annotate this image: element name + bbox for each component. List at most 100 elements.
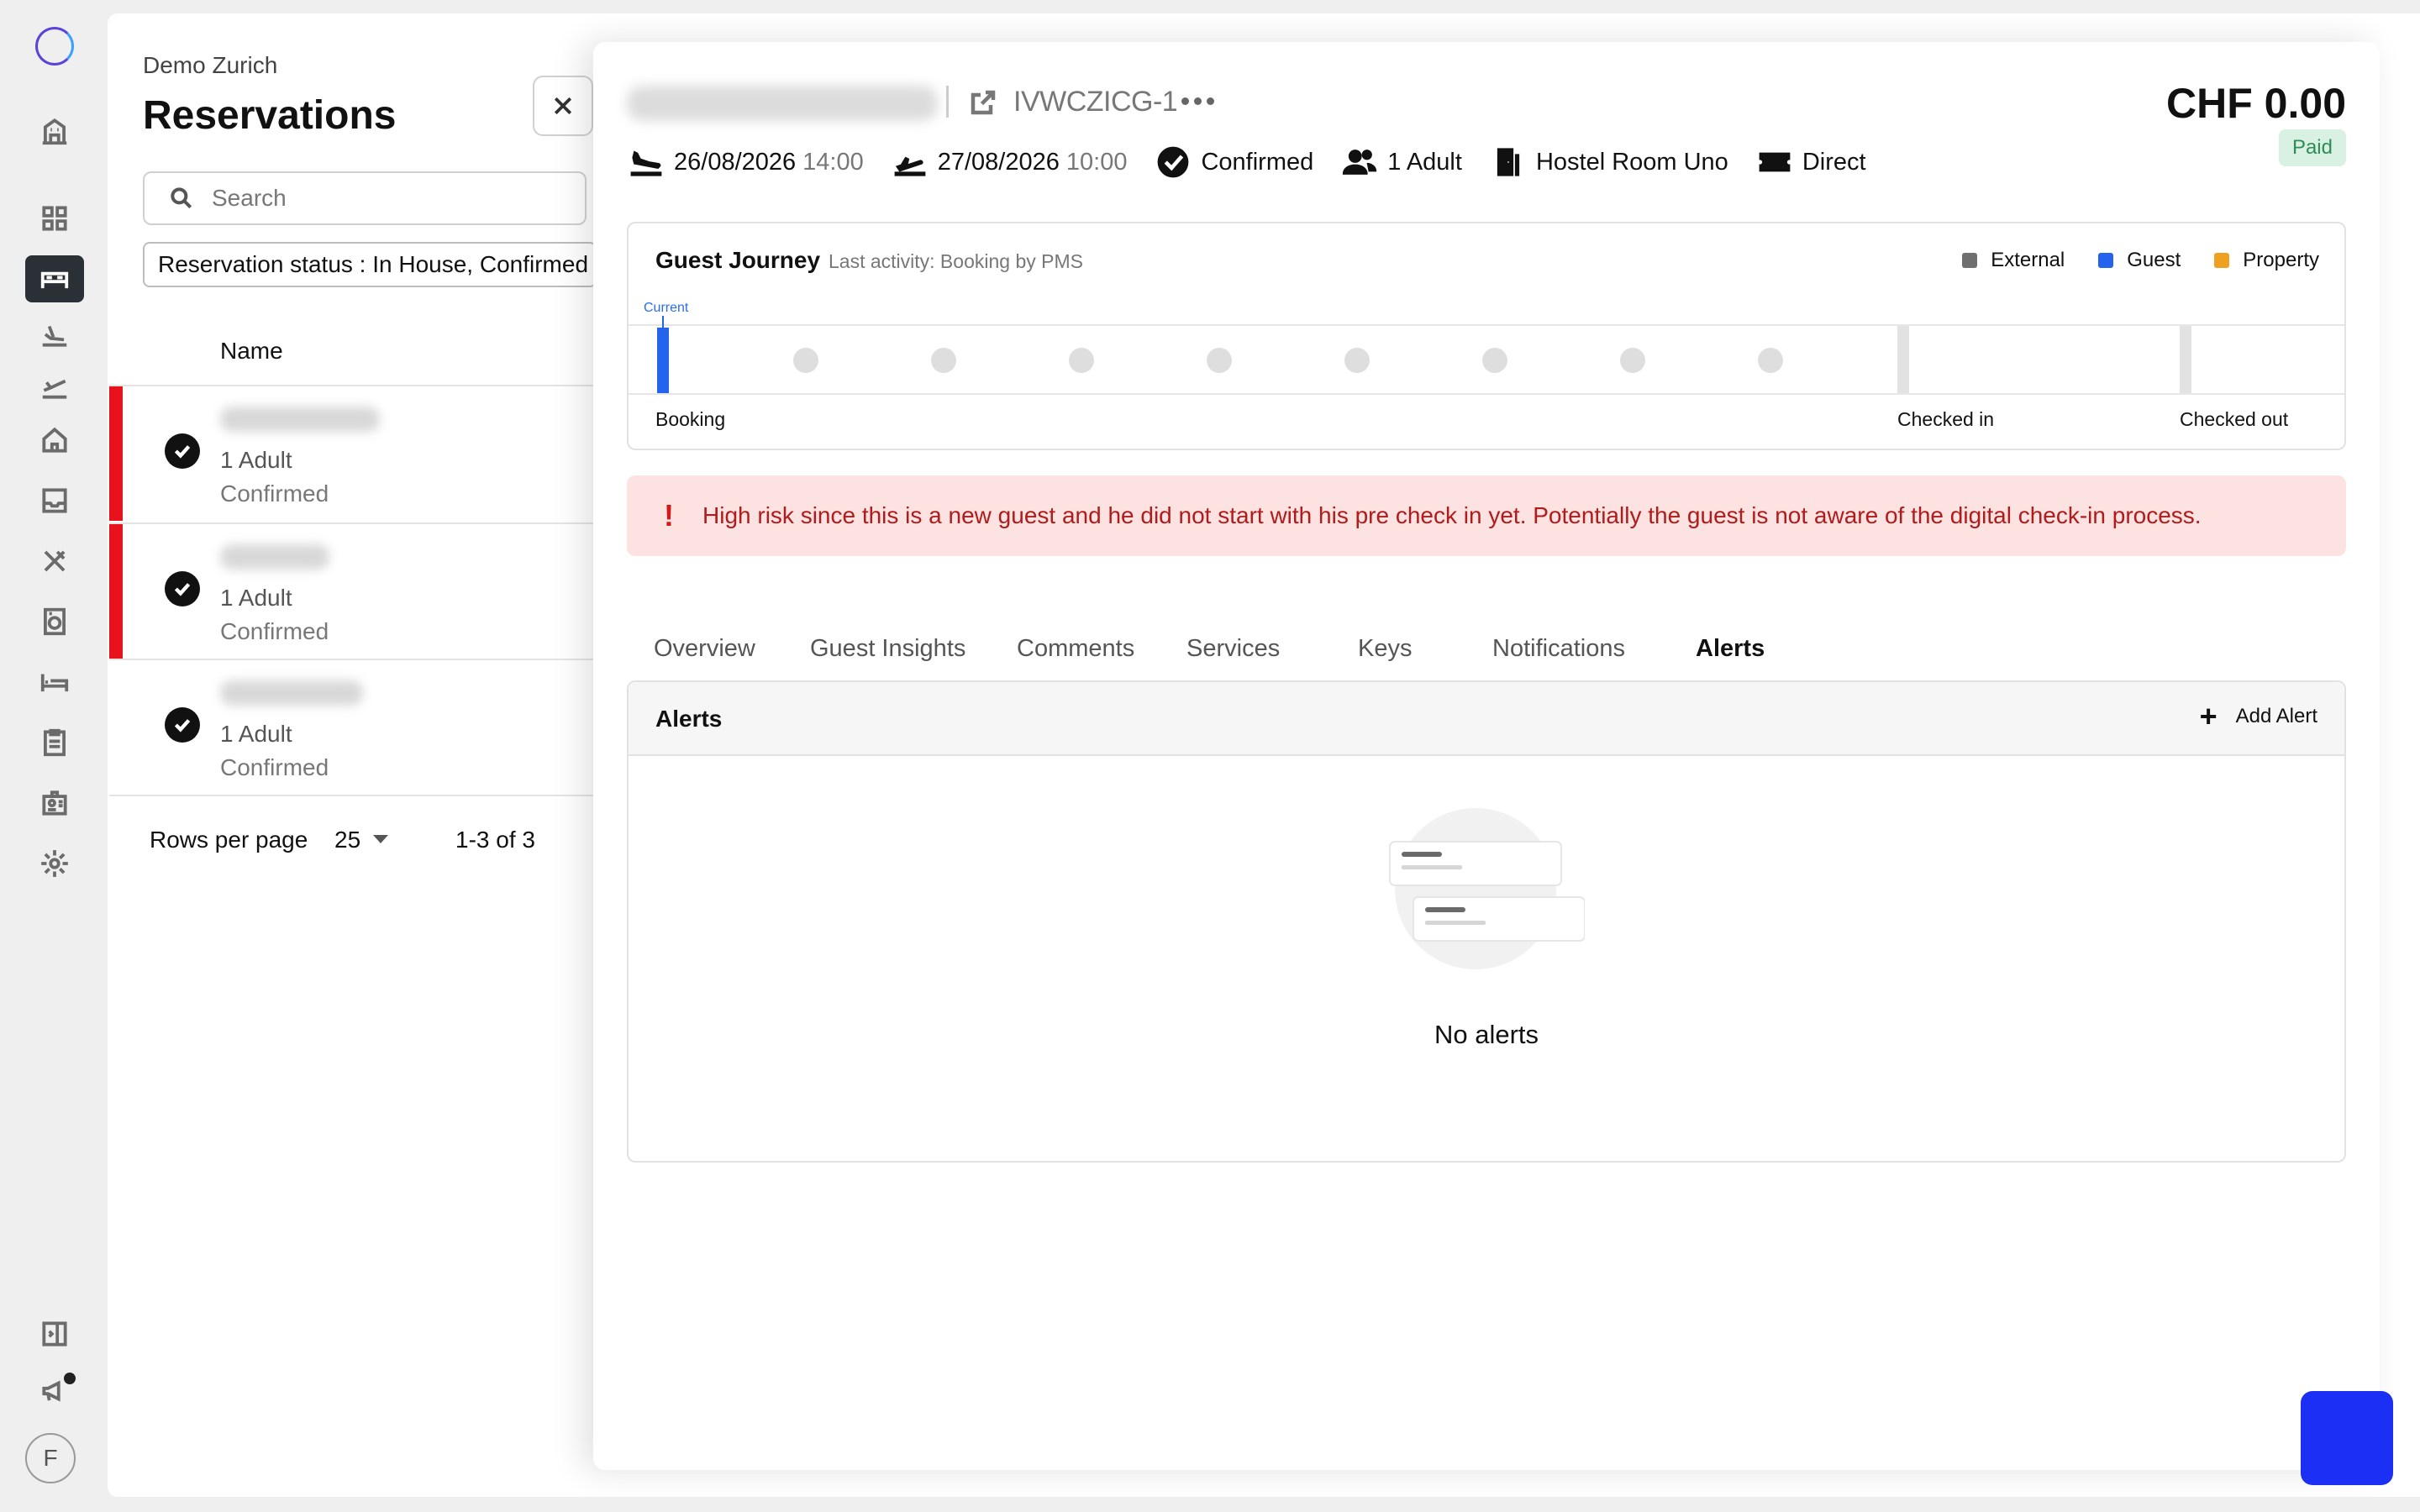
journey-step-dot[interactable]	[793, 348, 818, 373]
pagination-range: 1-3 of 3	[455, 827, 535, 853]
reservation-summary: 26/08/2026 14:00 27/08/2026 10:00 Confir…	[629, 141, 1895, 183]
arrival-date: 26/08/2026	[674, 148, 797, 176]
add-alert-button[interactable]: + Add Alert	[2199, 699, 2317, 733]
journey-step-dot[interactable]	[1207, 348, 1232, 373]
guest-name-redacted	[627, 86, 938, 121]
payment-status-badge: Paid	[2278, 129, 2346, 166]
row-guests: 1 Adult	[220, 447, 292, 473]
rows-per-page-label: Rows per page	[150, 827, 308, 853]
tab-guest-insights[interactable]: Guest Insights	[810, 635, 965, 663]
home-icon[interactable]	[25, 417, 84, 464]
logo-icon[interactable]	[35, 27, 74, 66]
journey-stage-checked-in: Checked in	[1897, 408, 1995, 430]
help-chat-button[interactable]	[2301, 1391, 2393, 1485]
booking-channel: Direct	[1802, 148, 1866, 176]
arrival-icon[interactable]	[25, 311, 84, 358]
journey-step-dot[interactable]	[1482, 348, 1507, 373]
legend-swatch	[2214, 253, 2230, 268]
column-header-name[interactable]: Name	[220, 338, 283, 365]
journey-step-dot[interactable]	[1344, 348, 1370, 373]
warning-icon: !	[664, 498, 674, 533]
journey-checkin-divider	[1897, 326, 1909, 393]
more-options-icon[interactable]	[1181, 97, 1214, 105]
alerts-card: Alerts + Add Alert No alerts	[627, 680, 2346, 1163]
check-circle-icon	[165, 707, 200, 743]
guests-info: 1 Adult	[1342, 144, 1462, 180]
megaphone-icon[interactable]	[25, 1368, 84, 1415]
tab-comments[interactable]: Comments	[1017, 635, 1134, 663]
rows-per-page-select[interactable]: 25	[334, 827, 360, 853]
plus-icon: +	[2199, 699, 2217, 733]
empty-state-illustration	[1389, 808, 1585, 969]
divider	[946, 86, 949, 118]
building-icon[interactable]	[25, 108, 84, 155]
status-filter-chip[interactable]: Reservation status : In House, Confirmed	[143, 242, 597, 287]
notification-dot	[64, 1373, 76, 1384]
journey-title: Guest Journey	[655, 247, 821, 273]
arrival-time: 14:00	[802, 148, 864, 176]
reservation-detail-panel: IVWCZICG-1 CHF 0.00 Paid 26/08/2026 14:0…	[593, 42, 2380, 1470]
journey-current-label: Current	[644, 301, 689, 315]
empty-state-text: No alerts	[1434, 1020, 1539, 1049]
reservation-code[interactable]: IVWCZICG-1	[1013, 86, 1178, 118]
guest-count: 1 Adult	[1387, 148, 1462, 176]
departure-date: 27/08/2026	[937, 148, 1060, 176]
journey-step-dot[interactable]	[1069, 348, 1094, 373]
inbox-icon[interactable]	[25, 477, 84, 524]
close-button[interactable]	[533, 76, 593, 136]
journey-step-dot[interactable]	[1758, 348, 1783, 373]
search-icon	[171, 187, 192, 209]
check-circle-icon	[165, 571, 200, 606]
table-row[interactable]: 1 Adult Confirmed	[109, 660, 597, 795]
departure-icon[interactable]	[25, 363, 84, 410]
guest-name-redacted	[220, 544, 329, 570]
gear-icon[interactable]	[25, 840, 84, 887]
legend-swatch	[2098, 253, 2114, 268]
bed-icon[interactable]	[25, 255, 84, 302]
tab-keys[interactable]: Keys	[1358, 635, 1412, 663]
status-info: Confirmed	[1155, 144, 1313, 180]
legend-property: Property	[2214, 249, 2319, 272]
close-icon	[554, 97, 572, 115]
bed-alt-icon[interactable]	[25, 659, 84, 706]
journey-step-dot[interactable]	[931, 348, 956, 373]
sidebar-toggle-icon[interactable]	[25, 1310, 84, 1357]
search-input[interactable]: Search	[143, 171, 587, 225]
chevron-down-icon[interactable]	[373, 835, 388, 843]
avatar[interactable]: F	[25, 1433, 76, 1483]
ticket-icon	[1759, 152, 1791, 172]
guest-name-redacted	[220, 407, 380, 432]
journey-stage-checked-out: Checked out	[2180, 408, 2289, 430]
journey-current-bar[interactable]	[657, 328, 669, 393]
tab-overview[interactable]: Overview	[654, 635, 755, 663]
grid-icon[interactable]	[25, 195, 84, 242]
legend-label: External	[1991, 249, 2065, 271]
departure-info: 27/08/2026 10:00	[892, 144, 1128, 180]
journey-step-dot[interactable]	[1620, 348, 1645, 373]
external-link-icon[interactable]	[968, 87, 998, 118]
high-risk-flag	[109, 386, 123, 521]
id-card-icon[interactable]	[25, 780, 84, 827]
row-status: Confirmed	[220, 618, 329, 644]
channel-info: Direct	[1757, 144, 1866, 180]
divider	[109, 795, 597, 796]
tab-services[interactable]: Services	[1186, 635, 1280, 663]
row-status: Confirmed	[220, 480, 329, 507]
journey-checkout-divider	[2180, 326, 2191, 393]
check-circle-icon	[165, 433, 200, 469]
guest-journey: Guest Journey Last activity: Booking by …	[627, 222, 2346, 450]
departure-time: 10:00	[1065, 148, 1128, 176]
table-row[interactable]: 1 Adult Confirmed	[109, 386, 597, 521]
tab-notifications[interactable]: Notifications	[1492, 635, 1625, 663]
utensils-icon[interactable]	[25, 538, 84, 585]
tab-alerts[interactable]: Alerts	[1696, 635, 1765, 663]
high-risk-flag	[109, 524, 123, 659]
legend-label: Property	[2243, 249, 2319, 271]
journey-last-activity: Last activity: Booking by PMS	[829, 250, 1083, 272]
journey-legend: External Guest Property	[1962, 249, 2319, 272]
table-row[interactable]: 1 Adult Confirmed	[109, 524, 597, 659]
clipboard-icon[interactable]	[25, 719, 84, 766]
laundry-icon[interactable]	[25, 598, 84, 645]
departure-icon	[894, 156, 926, 176]
journey-stage-booking: Booking	[655, 408, 726, 430]
